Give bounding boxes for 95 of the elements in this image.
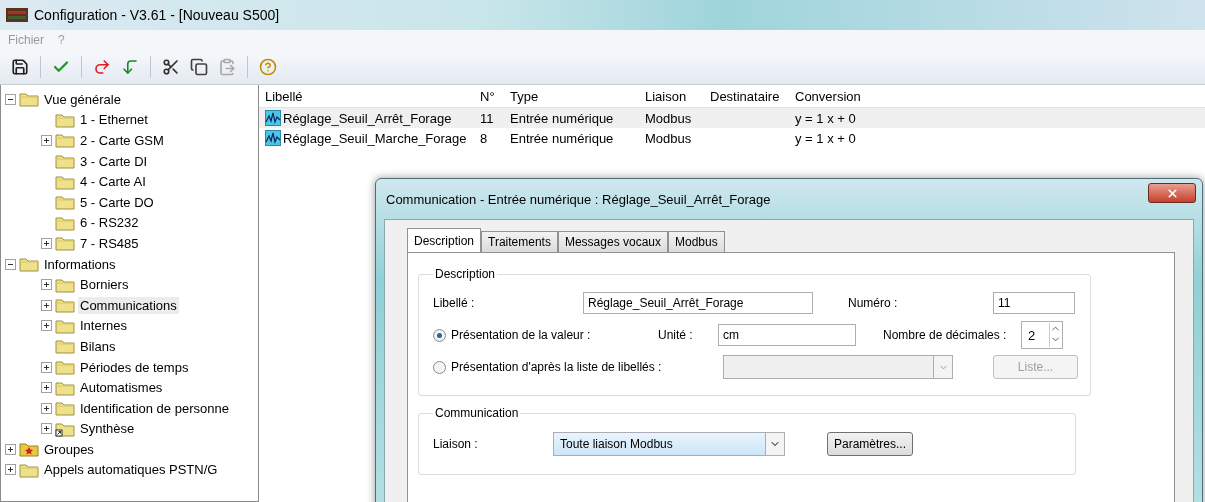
tab[interactable]: Messages vocaux	[557, 231, 668, 252]
parameters-button[interactable]: Paramètres...	[827, 432, 914, 456]
expand-icon[interactable]	[41, 299, 52, 311]
folder-icon	[55, 359, 75, 375]
folder-icon	[55, 276, 75, 293]
table-cell-text: Modbus	[644, 110, 693, 126]
column-header[interactable]: Destinataire	[704, 88, 789, 104]
folder-icon	[55, 214, 75, 231]
folder-icon	[55, 235, 75, 252]
tree-item[interactable]: Appels automatiques PSTN/G	[42, 461, 220, 479]
close-button[interactable]	[1148, 183, 1196, 203]
tree-item[interactable]: Internes	[78, 317, 129, 335]
table-cell-text: 8	[479, 130, 489, 146]
tab[interactable]: Description	[407, 228, 482, 252]
shortcut-folder-icon	[55, 420, 75, 437]
tree-item[interactable]: Borniers	[78, 276, 131, 294]
table-cell-text: Modbus	[644, 130, 693, 146]
folder-icon	[55, 338, 75, 355]
field-label: Libellé :	[433, 296, 476, 310]
tree-item[interactable]: Périodes de temps	[78, 358, 191, 376]
folder-icon	[55, 194, 75, 211]
tree-item[interactable]: 3 - Carte DI	[78, 152, 150, 170]
app-icon	[6, 8, 28, 22]
expand-icon[interactable]	[5, 443, 16, 455]
tree-item[interactable]: 2 - Carte GSM	[78, 132, 166, 149]
column-header[interactable]: Conversion	[789, 88, 1205, 104]
tree-item[interactable]: 1 - Ethernet	[78, 111, 150, 129]
tree-item[interactable]: Identification de personne	[78, 399, 231, 417]
tree-item[interactable]: Automatismes	[78, 379, 165, 397]
folder-icon	[19, 256, 39, 273]
folder-icon	[55, 400, 75, 417]
table-cell-text: y = 1 x + 0	[794, 130, 857, 146]
column-header[interactable]: Type	[504, 88, 639, 104]
expand-icon[interactable]	[41, 320, 52, 332]
expand-icon[interactable]	[5, 464, 16, 476]
radio-button[interactable]: Présentation d'après la liste de libellés :	[433, 360, 723, 374]
input-field[interactable]: cm	[718, 324, 856, 346]
folder-icon	[55, 379, 75, 396]
table-cell-text: Entrée numérique	[509, 130, 615, 146]
folder-icon	[55, 111, 75, 128]
expand-icon[interactable]	[41, 135, 52, 146]
table-row[interactable]: Réglage_Seuil_Arrêt_Forage 11 Entrée numérique Modbus y = 1 x + 0	[259, 108, 1205, 128]
column-header[interactable]: N°	[474, 88, 504, 104]
tree-item[interactable]: Bilans	[78, 337, 118, 355]
table-cell: Réglage_Seuil_Marche_Forage	[283, 130, 467, 146]
group-title: Communication	[434, 406, 520, 420]
collapse-icon[interactable]	[5, 258, 16, 270]
table-cell-text: 11	[479, 110, 495, 126]
chart-icon	[265, 110, 281, 126]
tree-item[interactable]: 4 - Carte AI	[78, 173, 148, 191]
input-field[interactable]: 11	[993, 292, 1075, 314]
group-title: Description	[434, 267, 497, 281]
tree-item[interactable]: 6 - RS232	[78, 214, 141, 232]
table-cell-text: Entrée numérique	[509, 110, 615, 126]
field-label: Unité :	[658, 328, 694, 342]
field-label: Numéro :	[847, 296, 899, 310]
window-title: Configuration - V3.61 - [Nouveau S500]	[34, 7, 280, 23]
expand-icon[interactable]	[41, 279, 52, 291]
tree-item[interactable]: 7 - RS485	[78, 234, 141, 252]
tree-item[interactable]: Synthèse	[78, 420, 137, 438]
field-label: Liaison :	[433, 437, 479, 451]
tree-item[interactable]: Communications	[78, 296, 179, 314]
folder-icon	[55, 132, 75, 149]
tree-item[interactable]: Vue générale	[42, 90, 123, 108]
folder-icon	[55, 153, 75, 170]
dialog-title: Communication - Entrée numérique : Réglage_Seuil_Arrêt_Forage	[386, 191, 771, 207]
tab[interactable]: Modbus	[668, 231, 725, 252]
group-icon	[19, 441, 39, 458]
folder-icon	[55, 173, 75, 190]
tab[interactable]: Traitements	[481, 231, 558, 252]
close-icon	[1165, 186, 1179, 200]
tree-item[interactable]: Groupes	[42, 440, 96, 458]
folder-icon	[55, 317, 75, 334]
chart-icon	[265, 130, 281, 146]
input-field[interactable]: Réglage_Seuil_Arrêt_Forage	[583, 292, 813, 314]
dropdown-value: Toute liaison Modbus	[559, 437, 674, 451]
expand-icon[interactable]	[41, 402, 52, 414]
column-header[interactable]: Liaison	[639, 88, 704, 104]
expand-icon[interactable]	[41, 361, 52, 373]
field-label: Nombre de décimales :	[882, 328, 1008, 342]
radio-button[interactable]: Présentation de la valeur :	[433, 328, 658, 342]
expand-icon[interactable]	[41, 382, 52, 394]
table-cell-text: y = 1 x + 0	[794, 110, 857, 126]
column-header[interactable]: Libellé	[259, 88, 474, 104]
spin-field[interactable]: 2	[1021, 321, 1063, 349]
dropdown[interactable]: Toute liaison Modbus	[553, 432, 785, 456]
collapse-icon[interactable]	[5, 93, 16, 105]
tree-item[interactable]: Informations	[42, 255, 118, 273]
expand-icon[interactable]	[41, 423, 52, 435]
folder-icon	[55, 297, 75, 314]
expand-icon[interactable]	[41, 237, 52, 249]
folder-icon	[19, 91, 39, 108]
folder-icon	[19, 462, 39, 478]
tree-item[interactable]: 5 - Carte DO	[78, 193, 156, 211]
table-cell: Réglage_Seuil_Arrêt_Forage	[283, 110, 452, 126]
